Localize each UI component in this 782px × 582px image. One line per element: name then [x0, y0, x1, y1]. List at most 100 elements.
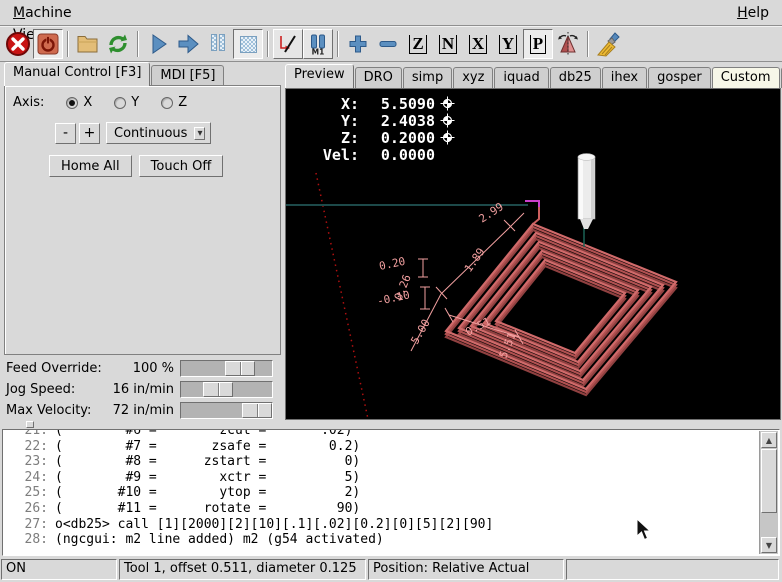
- gcode-line-number: 21:: [18, 429, 48, 439]
- slider-label: Jog Speed:: [2, 382, 104, 397]
- pause-button[interactable]: [203, 29, 233, 59]
- pane-sash[interactable]: [0, 420, 782, 429]
- gcode-lines: 21:( #6 = zcut = .02)22:( #7 = zsafe = 0…: [3, 429, 779, 548]
- rotate-cone-icon: [555, 31, 581, 57]
- view-z-icon: Z: [409, 35, 426, 54]
- slider-track[interactable]: [180, 381, 273, 398]
- preview-3d-view[interactable]: 2.99 1.89 0.20 0.26 -0.10 5.00 0.51 5.51…: [285, 88, 781, 420]
- dro-axis-value: 0.0000: [359, 146, 435, 164]
- clear-plot-button[interactable]: [593, 29, 623, 59]
- estop-icon: [5, 31, 31, 57]
- tab-ihex[interactable]: ihex: [602, 67, 647, 88]
- slider-handle[interactable]: [225, 361, 255, 376]
- gcode-line[interactable]: 25:( #10 = ytop = 2): [18, 485, 779, 501]
- jog-plus-button[interactable]: +: [79, 123, 100, 144]
- tab-gosper[interactable]: gosper: [648, 67, 711, 88]
- gcode-line[interactable]: 26:( #11 = rotate = 90): [18, 501, 779, 517]
- slider-value: 16 in/min: [104, 382, 180, 397]
- axis-radio-z[interactable]: Z: [161, 95, 187, 110]
- svg-text:5.00: 5.00: [408, 317, 433, 346]
- jog-mode-dropdown[interactable]: Continuous ▾: [106, 122, 211, 144]
- slider-track[interactable]: [180, 402, 273, 419]
- tab-simp[interactable]: simp: [403, 67, 452, 88]
- jog-minus-button[interactable]: -: [55, 123, 76, 144]
- gcode-line[interactable]: 27:o<db25> call [1][2000][2][10][.1][.02…: [18, 517, 779, 533]
- status-bar: ONTool 1, offset 0.511, diameter 0.125Po…: [0, 557, 782, 582]
- radio-indicator: [161, 97, 173, 109]
- slider-handle[interactable]: [242, 403, 272, 418]
- axis-radio-label: X: [83, 95, 92, 110]
- status-cell-0: ON: [1, 559, 117, 580]
- radio-indicator: [66, 97, 78, 109]
- view-perspective-icon: P: [530, 35, 546, 54]
- tab-manual-control-f3[interactable]: Manual Control [F3]: [4, 62, 150, 86]
- home-all-button[interactable]: Home All: [49, 155, 132, 177]
- dro-axis-value: 0.2000: [359, 129, 435, 147]
- menu-machine[interactable]: Machine: [4, 2, 81, 24]
- gcode-line[interactable]: 23:( #8 = zstart = 0): [18, 454, 779, 470]
- gcode-line[interactable]: 28:(ngcgui: m2 line added) m2 (g54 activ…: [18, 532, 779, 548]
- zoom-out-button[interactable]: [373, 29, 403, 59]
- optional-pause-m1-toggle[interactable]: M1: [303, 29, 333, 59]
- reload-button[interactable]: [103, 29, 133, 59]
- view-z-button[interactable]: Z: [403, 29, 433, 59]
- machine-power-button[interactable]: [33, 29, 63, 59]
- machine-limit-line: [316, 173, 368, 419]
- view-x-button[interactable]: X: [463, 29, 493, 59]
- slider-value: 72 in/min: [104, 403, 180, 418]
- origin-marker-icon: [440, 96, 455, 111]
- dro-row-z: Z:0.2000: [314, 129, 455, 146]
- view-perspective-button[interactable]: P: [523, 29, 553, 59]
- scroll-down-button[interactable]: ▼: [761, 537, 777, 553]
- axis-radio-x[interactable]: X: [66, 95, 92, 110]
- gcode-vertical-scrollbar[interactable]: ▲ ▼: [759, 431, 778, 554]
- zoom-in-button[interactable]: [343, 29, 373, 59]
- gcode-line[interactable]: 21:( #6 = zcut = .02): [18, 429, 779, 439]
- pause-icon: [210, 34, 226, 55]
- run-button[interactable]: [143, 29, 173, 59]
- open-file-button[interactable]: [73, 29, 103, 59]
- dro-axis-label: X:: [314, 95, 359, 113]
- scroll-up-button[interactable]: ▲: [761, 432, 777, 448]
- step-button[interactable]: [173, 29, 203, 59]
- axis-radio-group: X Y Z: [44, 95, 187, 110]
- view-z-rotated-button[interactable]: N: [433, 29, 463, 59]
- m1-pause-icon: M1: [306, 32, 330, 56]
- gcode-line-number: 26:: [18, 501, 48, 517]
- estop-button[interactable]: [3, 29, 33, 59]
- skip-lines-toggle[interactable]: [273, 29, 303, 59]
- gcode-line-number: 23:: [18, 454, 48, 470]
- slider-label: Max Velocity:: [2, 403, 104, 418]
- gcode-line[interactable]: 22:( #7 = zsafe = 0.2): [18, 439, 779, 455]
- tab-dro[interactable]: DRO: [355, 67, 402, 88]
- gcode-listing[interactable]: 21:( #6 = zcut = .02)22:( #7 = zsafe = 0…: [2, 429, 780, 556]
- menu-help[interactable]: Help: [728, 2, 778, 24]
- zoom-out-icon: [377, 33, 399, 55]
- gcode-line-text: (ngcgui: m2 line added) m2 (g54 activate…: [55, 532, 384, 547]
- touch-off-button[interactable]: Touch Off: [139, 155, 224, 177]
- stop-button[interactable]: [233, 29, 263, 59]
- manual-control-panel: Axis: XYZ - + Continuous ▾ Home All Touc…: [4, 85, 281, 355]
- slider-handle[interactable]: [203, 382, 233, 397]
- tab-custom[interactable]: Custom: [712, 67, 780, 88]
- toolbar-separator: [137, 31, 139, 57]
- tab-mdi-f5[interactable]: MDI [F5]: [151, 65, 224, 86]
- tab-preview[interactable]: Preview: [285, 64, 354, 88]
- zoom-in-icon: [347, 33, 369, 55]
- radio-indicator: [114, 97, 126, 109]
- svg-text:M1: M1: [312, 48, 325, 57]
- status-cell-3: [566, 559, 779, 580]
- svg-text:2.99: 2.99: [477, 200, 506, 225]
- tab-xyz[interactable]: xyz: [453, 67, 493, 88]
- tab-iquad[interactable]: iquad: [494, 67, 548, 88]
- slider-track[interactable]: [180, 360, 273, 377]
- rotate-view-button[interactable]: [553, 29, 583, 59]
- view-y-button[interactable]: Y: [493, 29, 523, 59]
- status-cell-1: Tool 1, offset 0.511, diameter 0.125: [119, 559, 366, 580]
- sash-grip[interactable]: [26, 421, 34, 428]
- tab-db25[interactable]: db25: [550, 67, 601, 88]
- gcode-line[interactable]: 24:( #9 = xctr = 5): [18, 470, 779, 486]
- axis-radio-y[interactable]: Y: [114, 95, 139, 110]
- dro-axis-value: 2.4038: [359, 112, 435, 130]
- scrollbar-thumb[interactable]: [761, 449, 777, 513]
